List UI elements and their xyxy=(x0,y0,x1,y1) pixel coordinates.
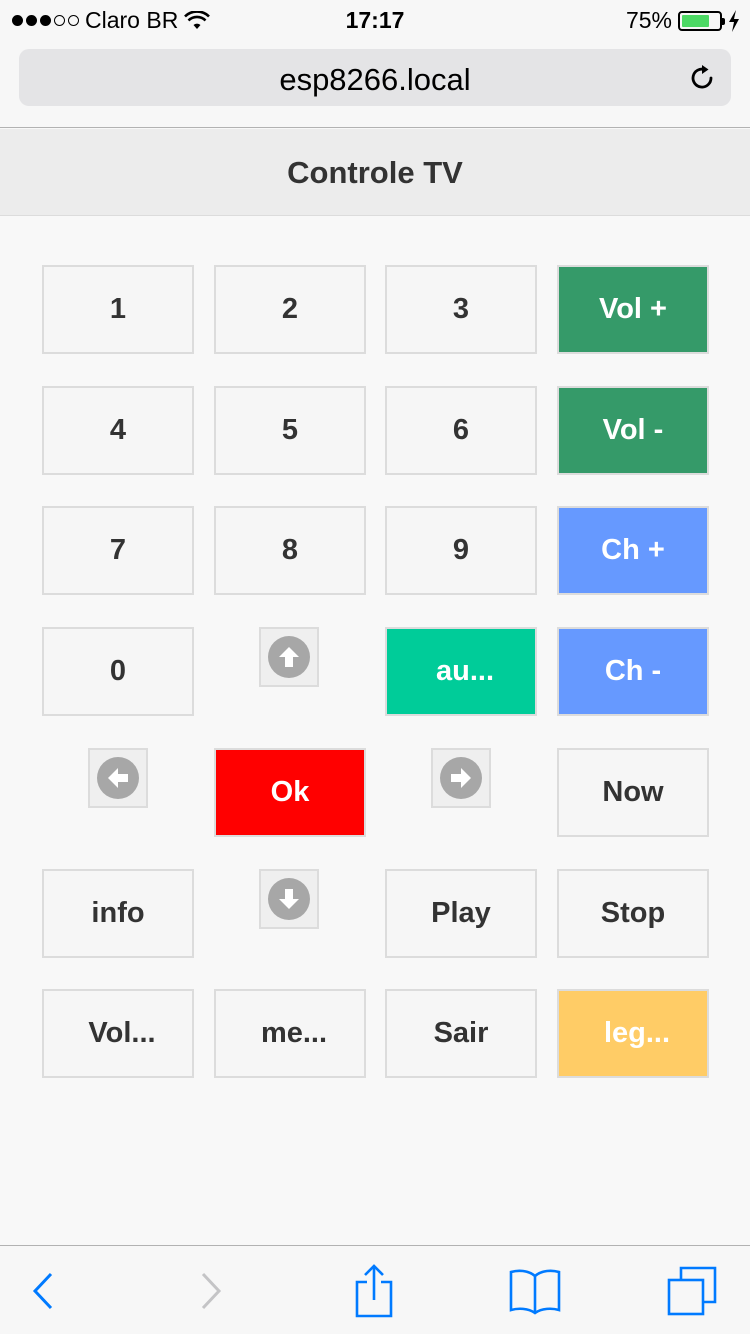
channel-down-button[interactable]: Ch - xyxy=(557,627,709,716)
right-button[interactable] xyxy=(431,748,491,808)
arrow-down-icon xyxy=(268,878,310,920)
forward-chevron-icon xyxy=(201,1272,222,1310)
arrow-right-icon xyxy=(440,757,482,799)
menu-label: me... xyxy=(260,1017,328,1049)
vol-more-button[interactable]: Vol... xyxy=(42,989,194,1078)
share-button[interactable] xyxy=(344,1264,404,1318)
play-button[interactable]: Play xyxy=(385,869,537,958)
number-6-button[interactable]: 6 xyxy=(385,386,537,475)
menu-button[interactable]: me... xyxy=(214,989,366,1078)
subtitles-button[interactable]: leg... xyxy=(557,989,709,1078)
back-chevron-icon xyxy=(32,1272,53,1310)
number-4-button[interactable]: 4 xyxy=(42,386,194,475)
vol-more-label: Vol... xyxy=(88,1017,156,1049)
back-button[interactable] xyxy=(13,1264,73,1318)
battery-icon xyxy=(678,10,725,31)
tabs-icon xyxy=(667,1266,717,1316)
status-bar: Claro BR 17:17 75% xyxy=(0,0,750,40)
battery-level xyxy=(682,14,709,27)
number-1-button[interactable]: 1 xyxy=(42,265,194,354)
subtitles-label: leg... xyxy=(603,1017,671,1049)
number-0-button[interactable]: 0 xyxy=(42,627,194,716)
down-button[interactable] xyxy=(259,869,319,929)
channel-up-button[interactable]: Ch + xyxy=(557,506,709,595)
page-header: Controle TV xyxy=(0,129,750,216)
status-right: 75% xyxy=(626,7,740,34)
volume-up-button[interactable]: Vol + xyxy=(557,265,709,354)
reload-icon[interactable] xyxy=(687,63,717,93)
bookmarks-button[interactable] xyxy=(505,1264,565,1318)
forward-button[interactable] xyxy=(181,1264,241,1318)
audio-button[interactable]: au... xyxy=(385,627,537,716)
number-9-button[interactable]: 9 xyxy=(385,506,537,595)
battery-percent: 75% xyxy=(625,7,672,33)
arrow-left-icon xyxy=(97,757,139,799)
browser-toolbar xyxy=(0,1245,750,1334)
url-text[interactable]: esp8266.local xyxy=(19,62,731,98)
arrow-up-icon xyxy=(268,636,310,678)
number-2-button[interactable]: 2 xyxy=(214,265,366,354)
number-5-button[interactable]: 5 xyxy=(214,386,366,475)
bookmarks-icon xyxy=(509,1269,561,1315)
browser-address-area: esp8266.local xyxy=(0,40,750,128)
info-button[interactable]: info xyxy=(42,869,194,958)
number-7-button[interactable]: 7 xyxy=(42,506,194,595)
stop-button[interactable]: Stop xyxy=(557,869,709,958)
left-button[interactable] xyxy=(88,748,148,808)
number-8-button[interactable]: 8 xyxy=(214,506,366,595)
up-button[interactable] xyxy=(259,627,319,687)
number-3-button[interactable]: 3 xyxy=(385,265,537,354)
share-icon xyxy=(355,1264,393,1318)
charging-bolt-icon xyxy=(729,9,739,32)
audio-button-label: au... xyxy=(435,655,494,687)
exit-button[interactable]: Sair xyxy=(385,989,537,1078)
volume-down-button[interactable]: Vol - xyxy=(557,386,709,475)
now-button[interactable]: Now xyxy=(557,748,709,837)
ok-button[interactable]: Ok xyxy=(214,748,366,837)
page-title: Controle TV xyxy=(287,155,463,190)
tabs-button[interactable] xyxy=(662,1264,722,1318)
address-bar[interactable]: esp8266.local xyxy=(19,49,731,106)
